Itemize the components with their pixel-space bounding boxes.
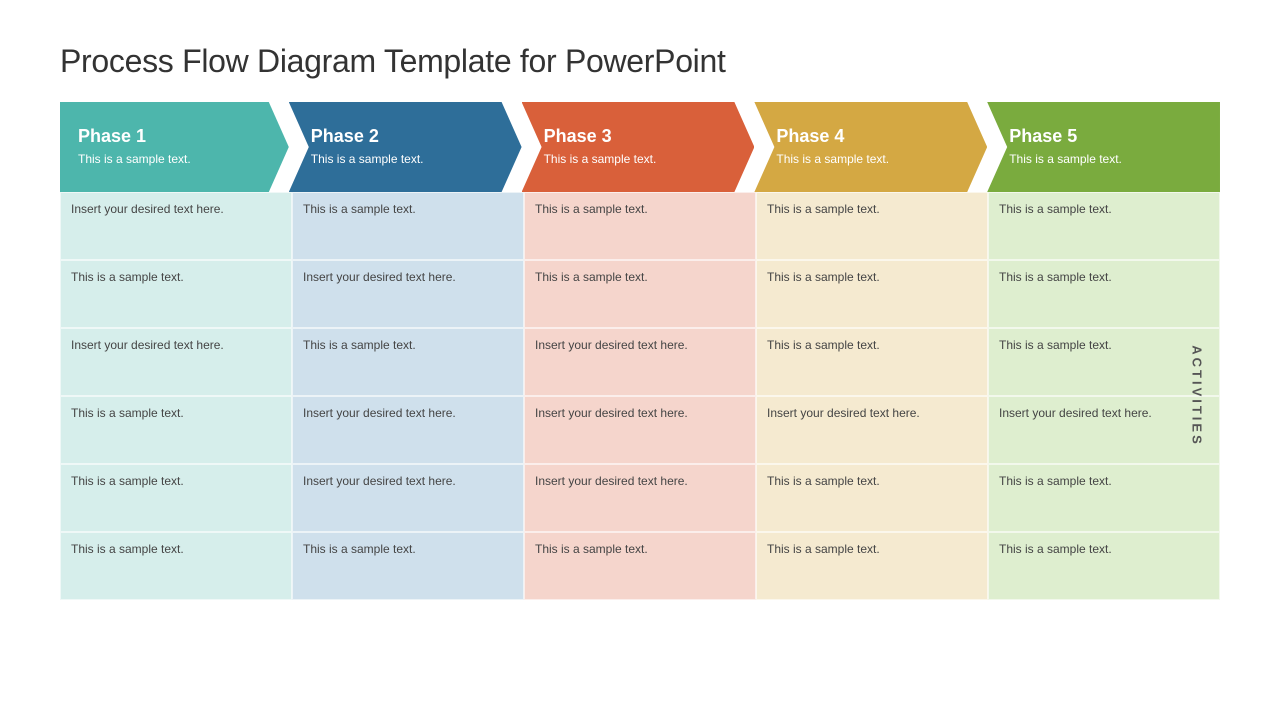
- cell-1-1[interactable]: Insert your desired text here.: [60, 192, 292, 260]
- main-area: Insert your desired text here.This is a …: [60, 192, 1220, 600]
- cell-5-3[interactable]: This is a sample text.: [988, 328, 1220, 396]
- grid-col-5: This is a sample text.This is a sample t…: [988, 192, 1220, 600]
- phase-1-label: Phase 1: [78, 126, 271, 147]
- cell-3-3[interactable]: Insert your desired text here.: [524, 328, 756, 396]
- phase-3-desc: This is a sample text.: [544, 151, 737, 168]
- grid-col-2: This is a sample text.Insert your desire…: [292, 192, 524, 600]
- cell-2-2[interactable]: Insert your desired text here.: [292, 260, 524, 328]
- cell-4-2[interactable]: This is a sample text.: [756, 260, 988, 328]
- cell-2-3[interactable]: This is a sample text.: [292, 328, 524, 396]
- cell-1-2[interactable]: This is a sample text.: [60, 260, 292, 328]
- grid-col-1: Insert your desired text here.This is a …: [60, 192, 292, 600]
- cell-4-3[interactable]: This is a sample text.: [756, 328, 988, 396]
- cell-4-1[interactable]: This is a sample text.: [756, 192, 988, 260]
- phase-1-desc: This is a sample text.: [78, 151, 271, 168]
- content-wrapper: Phase 1 This is a sample text. Phase 2 T…: [60, 102, 1220, 600]
- cell-5-2[interactable]: This is a sample text.: [988, 260, 1220, 328]
- page-title: Process Flow Diagram Template for PowerP…: [60, 43, 1220, 80]
- cell-2-4[interactable]: Insert your desired text here.: [292, 396, 524, 464]
- phase-3-label: Phase 3: [544, 126, 737, 147]
- cell-1-5[interactable]: This is a sample text.: [60, 464, 292, 532]
- cell-5-5[interactable]: This is a sample text.: [988, 464, 1220, 532]
- phase-4-label: Phase 4: [776, 126, 969, 147]
- cell-3-6[interactable]: This is a sample text.: [524, 532, 756, 600]
- phase-5-label: Phase 5: [1009, 126, 1202, 147]
- cell-4-4[interactable]: Insert your desired text here.: [756, 396, 988, 464]
- cell-5-1[interactable]: This is a sample text.: [988, 192, 1220, 260]
- cell-2-1[interactable]: This is a sample text.: [292, 192, 524, 260]
- grid-col-3: This is a sample text.This is a sample t…: [524, 192, 756, 600]
- phase-2-label: Phase 2: [311, 126, 504, 147]
- cell-3-1[interactable]: This is a sample text.: [524, 192, 756, 260]
- cell-1-6[interactable]: This is a sample text.: [60, 532, 292, 600]
- phase-5-desc: This is a sample text.: [1009, 151, 1202, 168]
- phase-4-desc: This is a sample text.: [776, 151, 969, 168]
- grid-wrapper: Insert your desired text here.This is a …: [60, 192, 1220, 600]
- phases-bar: Phase 1 This is a sample text. Phase 2 T…: [60, 102, 1220, 192]
- cell-2-6[interactable]: This is a sample text.: [292, 532, 524, 600]
- cell-5-6[interactable]: This is a sample text.: [988, 532, 1220, 600]
- phase-1-arrow: Phase 1 This is a sample text.: [60, 102, 289, 192]
- cell-5-4[interactable]: Insert your desired text here.: [988, 396, 1220, 464]
- phase-2-desc: This is a sample text.: [311, 151, 504, 168]
- activities-label: ACTIVITIES: [1190, 345, 1205, 447]
- phase-5-arrow: Phase 5 This is a sample text.: [987, 102, 1220, 192]
- phase-2-arrow: Phase 2 This is a sample text.: [289, 102, 522, 192]
- grid-col-4: This is a sample text.This is a sample t…: [756, 192, 988, 600]
- cell-3-5[interactable]: Insert your desired text here.: [524, 464, 756, 532]
- cell-3-2[interactable]: This is a sample text.: [524, 260, 756, 328]
- cell-2-5[interactable]: Insert your desired text here.: [292, 464, 524, 532]
- cell-1-4[interactable]: This is a sample text.: [60, 396, 292, 464]
- cell-1-3[interactable]: Insert your desired text here.: [60, 328, 292, 396]
- cell-3-4[interactable]: Insert your desired text here.: [524, 396, 756, 464]
- slide: Process Flow Diagram Template for PowerP…: [20, 15, 1260, 705]
- cell-4-5[interactable]: This is a sample text.: [756, 464, 988, 532]
- phase-4-arrow: Phase 4 This is a sample text.: [754, 102, 987, 192]
- cell-4-6[interactable]: This is a sample text.: [756, 532, 988, 600]
- phase-3-arrow: Phase 3 This is a sample text.: [522, 102, 755, 192]
